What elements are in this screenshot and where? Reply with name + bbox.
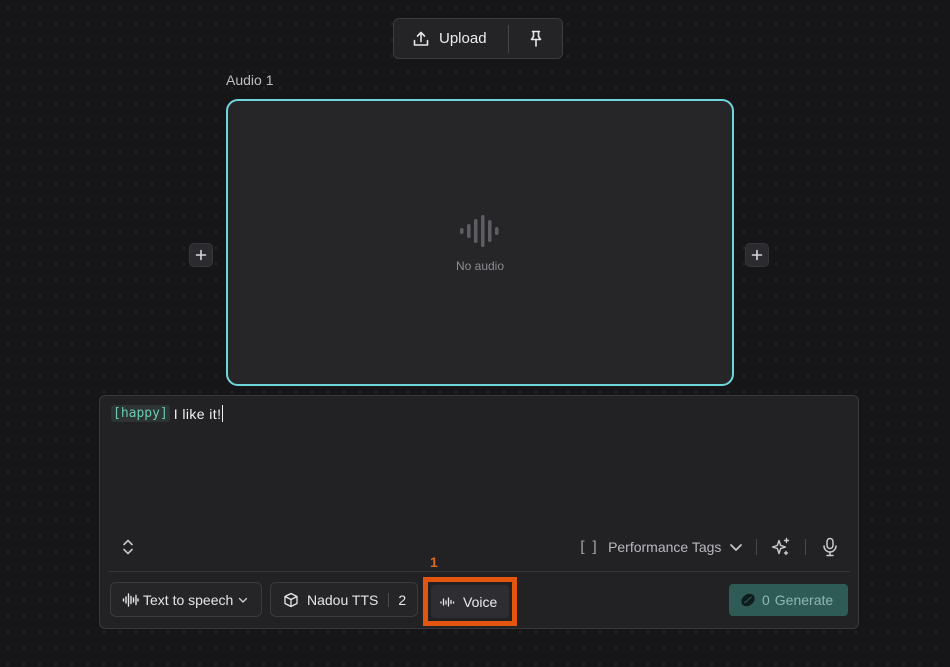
performance-tag-chip: [happy] [111,405,170,422]
generate-count: 0 [762,592,770,608]
prompt-textarea[interactable]: [happy] I like it! [111,405,224,422]
voice-label: Voice [463,593,498,610]
pin-button[interactable] [509,19,562,58]
toolbar-divider [805,539,806,555]
top-toolbar: Upload [393,18,563,59]
voice-wave-icon [440,596,455,607]
add-audio-left-button[interactable] [189,243,213,267]
waveform-icon [122,592,139,607]
audio-track-label: Audio 1 [226,72,274,88]
expand-collapse-button[interactable] [116,535,140,559]
prompt-panel: [happy] I like it! [] Performance Tags T… [99,395,859,629]
audio-card[interactable]: No audio [226,99,734,386]
model-count: 2 [398,591,407,608]
performance-tags-label: Performance Tags [608,539,722,555]
chevron-down-icon [239,597,248,603]
microphone-button[interactable] [818,535,842,559]
no-audio-text: No audio [455,259,505,273]
prompt-text: I like it! [173,405,222,422]
upload-icon [413,31,429,46]
model-separator [388,592,390,607]
pin-icon [530,30,541,47]
performance-tags-dropdown[interactable]: [] Performance Tags [578,535,743,559]
panel-divider [108,571,850,572]
chevron-up-down-icon [123,539,133,555]
plus-icon [751,249,763,261]
audio-waveform-icon [460,215,499,247]
annotation-number: 1 [430,554,438,570]
credits-bean-icon [741,593,755,607]
sparkle-icon [771,537,790,556]
mode-select[interactable]: Text to speech [110,582,262,617]
toolbar-divider [756,539,757,555]
upload-label: Upload [439,30,487,47]
voice-button[interactable]: Voice [431,585,509,618]
plus-icon [195,249,207,261]
microphone-icon [823,537,837,557]
text-caret [222,405,224,422]
empty-audio-state: No audio [228,215,732,273]
add-audio-right-button[interactable] [745,243,769,267]
generate-label: Generate [774,592,834,608]
enhance-button[interactable] [768,535,794,559]
chevron-down-icon [730,544,743,551]
cube-icon [284,592,298,607]
model-select[interactable]: Nadou TTS 2 [270,582,418,617]
model-label: Nadou TTS [307,591,379,608]
upload-button[interactable]: Upload [394,19,508,58]
mode-label: Text to speech [143,591,234,608]
brackets-icon: [] [578,538,603,556]
generate-button[interactable]: 0 Generate [729,584,848,616]
